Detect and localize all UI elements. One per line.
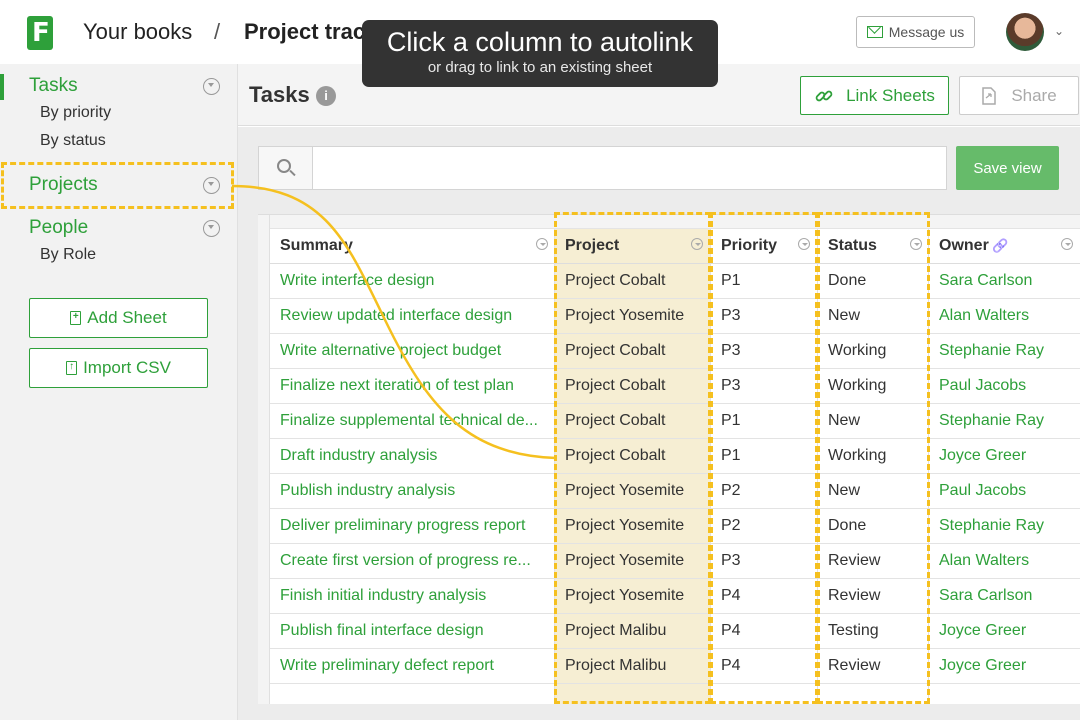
grid-footer (238, 704, 1080, 720)
table-cell-owner[interactable]: Paul Jacobs (929, 369, 1080, 404)
tooltip-title: Click a column to autolink (386, 27, 694, 57)
avatar[interactable] (1006, 13, 1044, 51)
add-sheet-button[interactable]: + Add Sheet (29, 298, 208, 338)
column-header-label: Summary (280, 237, 353, 254)
breadcrumb-books[interactable]: Your books (83, 19, 192, 45)
sidebar-item-tasks[interactable]: Tasks (29, 75, 78, 97)
link-sheets-label: Link Sheets (846, 85, 935, 105)
status-column-autolink-target[interactable] (817, 212, 930, 704)
table-cell-owner[interactable]: Paul Jacobs (929, 474, 1080, 509)
project-column-autolink-target[interactable] (554, 212, 711, 704)
column-header-owner[interactable]: Owner 🔗 (929, 229, 1080, 264)
active-indicator (0, 74, 4, 100)
app-logo[interactable]: F (27, 16, 53, 50)
table-cell-summary[interactable]: Publish industry analysis (270, 474, 555, 509)
table-cell-summary[interactable]: Publish final interface design (270, 614, 555, 649)
breadcrumb-separator: / (214, 19, 221, 44)
table-cell-owner[interactable]: Joyce Greer (929, 649, 1080, 684)
sidebar-subitem-by-priority[interactable]: By priority (40, 104, 111, 122)
share-icon (982, 86, 997, 105)
row-handle-bar[interactable] (258, 215, 270, 704)
priority-column-autolink-target[interactable] (710, 212, 818, 704)
envelope-icon (866, 26, 883, 38)
table-cell-owner[interactable]: Stephanie Ray (929, 509, 1080, 544)
search-input[interactable] (314, 147, 946, 189)
table-cell-summary[interactable]: Draft industry analysis (270, 439, 555, 474)
upload-file-icon: ↑ (66, 361, 78, 375)
projects-drop-target-highlight (1, 162, 234, 209)
table-cell-owner[interactable]: Sara Carlson (929, 579, 1080, 614)
tasks-menu-caret-icon[interactable] (203, 78, 220, 95)
add-file-icon: + (70, 311, 82, 325)
autolink-tooltip: Click a column to autolink or drag to li… (362, 20, 718, 87)
table-cell-summary[interactable]: Finalize next iteration of test plan (270, 369, 555, 404)
sidebar-subitem-by-status[interactable]: By status (40, 132, 106, 150)
table-cell-owner[interactable]: Alan Walters (929, 544, 1080, 579)
table-cell-owner[interactable]: Alan Walters (929, 299, 1080, 334)
table-cell-owner[interactable]: Stephanie Ray (929, 404, 1080, 439)
table-cell-summary[interactable]: Deliver preliminary progress report (270, 509, 555, 544)
link-icon (815, 90, 833, 101)
table-cell-summary[interactable]: Write preliminary defect report (270, 649, 555, 684)
logo-letter: F (32, 18, 50, 48)
table-cell-summary[interactable]: Write interface design (270, 264, 555, 299)
column-menu-caret-icon[interactable] (1061, 238, 1073, 250)
share-label: Share (1011, 85, 1057, 105)
table-cell-owner[interactable]: Joyce Greer (929, 439, 1080, 474)
table-cell-owner[interactable]: Joyce Greer (929, 614, 1080, 649)
table-cell-owner[interactable]: Sara Carlson (929, 264, 1080, 299)
info-icon[interactable]: i (316, 86, 336, 106)
table-cell-summary[interactable]: Write alternative project budget (270, 334, 555, 369)
column-header-summary[interactable]: Summary (270, 229, 555, 264)
linked-column-icon: 🔗 (988, 238, 1009, 253)
share-button[interactable]: Share (959, 76, 1079, 115)
sidebar-item-people[interactable]: People (29, 217, 88, 239)
message-us-label: Message us (888, 24, 965, 40)
tooltip-subtitle: or drag to link to an existing sheet (427, 59, 653, 76)
link-sheets-button[interactable]: Link Sheets (800, 76, 949, 115)
page-title: Tasks (249, 82, 310, 107)
import-csv-button[interactable]: ↑ Import CSV (29, 348, 208, 388)
column-header-label: Owner (939, 237, 989, 254)
table-cell-summary[interactable]: Finish initial industry analysis (270, 579, 555, 614)
sidebar: Tasks By priority By status Projects Peo… (0, 64, 238, 720)
add-sheet-label: Add Sheet (87, 308, 167, 327)
table-cell-summary[interactable]: Finalize supplemental technical de... (270, 404, 555, 439)
table-cell-owner[interactable]: Stephanie Ray (929, 334, 1080, 369)
search-icon[interactable] (259, 147, 313, 189)
message-us-button[interactable]: Message us (856, 16, 975, 48)
people-menu-caret-icon[interactable] (203, 220, 220, 237)
import-csv-label: Import CSV (83, 358, 171, 377)
search-bar (258, 146, 947, 190)
table-cell-summary[interactable]: Create first version of progress re... (270, 544, 555, 579)
chevron-down-icon[interactable]: ⌄ (1054, 24, 1064, 38)
search-handle (289, 169, 296, 177)
column-menu-caret-icon[interactable] (536, 238, 548, 250)
table-cell-summary[interactable]: Review updated interface design (270, 299, 555, 334)
save-view-button[interactable]: Save view (956, 146, 1059, 190)
sidebar-subitem-by-role[interactable]: By Role (40, 246, 96, 264)
